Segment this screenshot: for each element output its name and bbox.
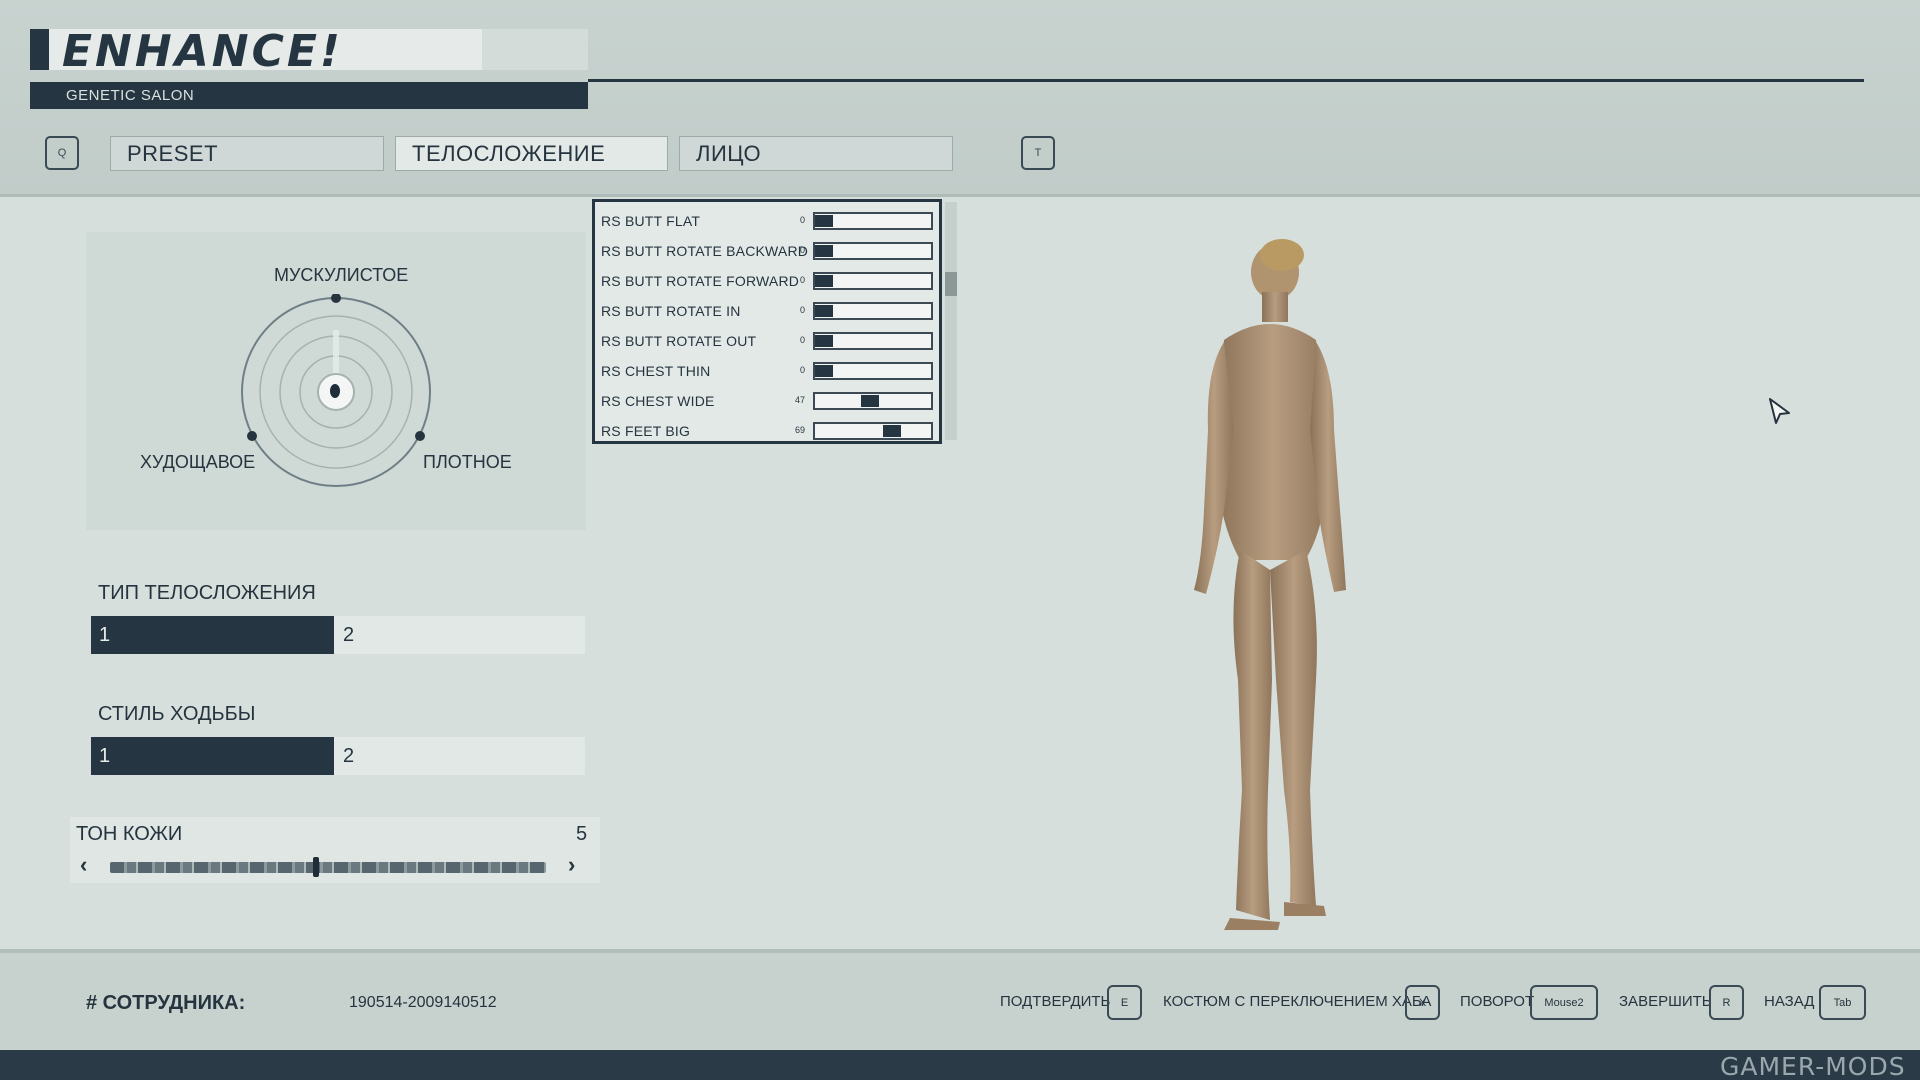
walk-style-label: СТИЛЬ ХОДЬБЫ — [98, 703, 256, 725]
confirm-key[interactable]: E — [1107, 985, 1142, 1020]
body-type-selector: 1 2 — [91, 616, 585, 654]
wheel-label-heavy: ПЛОТНОЕ — [423, 452, 512, 472]
slider-value: 0 — [799, 305, 805, 315]
slider-list-scroll-thumb[interactable] — [945, 272, 957, 296]
watermark: GAMER-MODS — [1720, 1052, 1906, 1080]
skin-tone-swatch-track[interactable] — [110, 862, 546, 873]
slider-track[interactable] — [813, 272, 933, 290]
logo-accent-bar — [30, 29, 49, 70]
slider-track[interactable] — [813, 302, 933, 320]
body-shape-wheel[interactable] — [238, 294, 434, 490]
slider-value: 0 — [799, 215, 805, 225]
logo-shade — [482, 29, 588, 70]
slider-row[interactable]: RS BUTT ROTATE OUT 0 — [595, 326, 939, 356]
slider-track[interactable] — [813, 212, 933, 230]
slider-knob[interactable] — [815, 245, 833, 257]
slider-row[interactable]: RS CHEST THIN 0 — [595, 356, 939, 386]
walk-style-option-2[interactable]: 2 — [343, 737, 573, 775]
slider-value: 0 — [799, 365, 805, 375]
character-model — [1194, 239, 1346, 930]
header-bottom-border — [0, 194, 1920, 197]
tab-face[interactable]: ЛИЦО — [679, 136, 953, 171]
morph-slider-list: RS BUTT FLAT 0 RS BUTT ROTATE BACKWARD 0 RS … — [592, 199, 942, 444]
wheel-node-muscular — [331, 294, 341, 303]
wheel-node-heavy — [415, 431, 425, 441]
slider-name: RS BUTT ROTATE IN — [601, 303, 741, 319]
slider-knob[interactable] — [815, 275, 833, 287]
slider-name: RS BUTT ROTATE BACKWARD — [601, 243, 809, 259]
skin-tone-value: 5 — [576, 823, 588, 845]
walk-style-selector: 1 2 — [91, 737, 585, 775]
slider-row[interactable]: RS BUTT FLAT 0 — [595, 206, 939, 236]
tab-body[interactable]: ТЕЛОСЛОЖЕНИЕ — [395, 136, 668, 171]
slider-track[interactable] — [813, 422, 933, 440]
slider-value: 69 — [794, 425, 805, 435]
tab-preset[interactable]: PRESET — [110, 136, 384, 171]
slider-knob[interactable] — [815, 335, 833, 347]
slider-knob[interactable] — [815, 215, 833, 227]
slider-name: RS BUTT ROTATE OUT — [601, 333, 757, 349]
hint-rotate-label[interactable]: ПОВОРОТ — [1460, 993, 1534, 1010]
slider-row[interactable]: RS CHEST WIDE 47 — [595, 386, 939, 416]
finish-key[interactable]: R — [1709, 985, 1744, 1020]
app-logo: ENHANCE! — [62, 26, 343, 77]
hint-confirm-label[interactable]: ПОДТВЕРДИТЬ — [1000, 993, 1110, 1010]
employee-number-value: 190514-2009140512 — [349, 994, 497, 1011]
body-type-label: ТИП ТЕЛОСЛОЖЕНИЯ — [98, 582, 316, 604]
cursor-arrow-icon — [1769, 398, 1790, 424]
slider-knob[interactable] — [861, 395, 879, 407]
slider-knob[interactable] — [815, 365, 833, 377]
body-type-option-2[interactable]: 2 — [343, 616, 573, 654]
character-preview[interactable] — [1120, 230, 1420, 930]
slider-name: RS BUTT FLAT — [601, 213, 701, 229]
header-divider — [588, 79, 1864, 82]
slider-track[interactable] — [813, 392, 933, 410]
slider-value: 0 — [799, 335, 805, 345]
slider-knob[interactable] — [815, 305, 833, 317]
rotate-key[interactable]: Mouse2 — [1530, 985, 1598, 1020]
slider-list-scrollbar[interactable] — [945, 202, 957, 440]
slider-name: RS BUTT ROTATE FORWARD — [601, 273, 800, 289]
slider-row[interactable]: RS BUTT ROTATE FORWARD 0 — [595, 266, 939, 296]
back-key[interactable]: Tab — [1819, 985, 1866, 1020]
slider-value: 0 — [799, 245, 805, 255]
wheel-handle-dot — [330, 384, 340, 398]
slider-row[interactable]: RS BUTT ROTATE IN 0 — [595, 296, 939, 326]
suit-key[interactable]: X — [1405, 985, 1440, 1020]
slider-track[interactable] — [813, 362, 933, 380]
slider-name: RS FEET BIG — [601, 423, 691, 439]
skin-tone-marker[interactable] — [313, 857, 319, 877]
chevron-left-icon[interactable]: ‹ — [80, 852, 87, 878]
footer-bottom-bar — [0, 1050, 1920, 1080]
skin-tone-label: ТОН КОЖИ — [76, 823, 183, 845]
next-tab-key[interactable]: T — [1021, 136, 1055, 170]
slider-knob[interactable] — [883, 425, 901, 437]
slider-row[interactable]: RS FEET BIG 69 — [595, 416, 939, 446]
slider-value: 47 — [794, 395, 805, 405]
page-subtitle: GENETIC SALON — [66, 87, 195, 104]
chevron-right-icon[interactable]: › — [568, 852, 575, 878]
slider-name: RS CHEST THIN — [601, 363, 711, 379]
slider-track[interactable] — [813, 332, 933, 350]
wheel-node-thin — [247, 431, 257, 441]
employee-number-label: # СОТРУДНИКА: — [86, 992, 246, 1014]
hint-suit-label[interactable]: КОСТЮМ С ПЕРЕКЛЮЧЕНИЕМ ХАБА — [1163, 993, 1431, 1010]
hint-finish-label[interactable]: ЗАВЕРШИТЬ — [1619, 993, 1712, 1010]
body-type-option-1[interactable]: 1 — [91, 616, 334, 654]
slider-track[interactable] — [813, 242, 933, 260]
prev-tab-key[interactable]: Q — [45, 136, 79, 170]
slider-name: RS CHEST WIDE — [601, 393, 715, 409]
walk-style-option-1[interactable]: 1 — [91, 737, 334, 775]
hint-back-label[interactable]: НАЗАД — [1764, 993, 1814, 1010]
slider-row[interactable]: RS BUTT ROTATE BACKWARD 0 — [595, 236, 939, 266]
wheel-label-muscular: МУСКУЛИСТОЕ — [274, 265, 409, 285]
slider-value: 0 — [799, 275, 805, 285]
